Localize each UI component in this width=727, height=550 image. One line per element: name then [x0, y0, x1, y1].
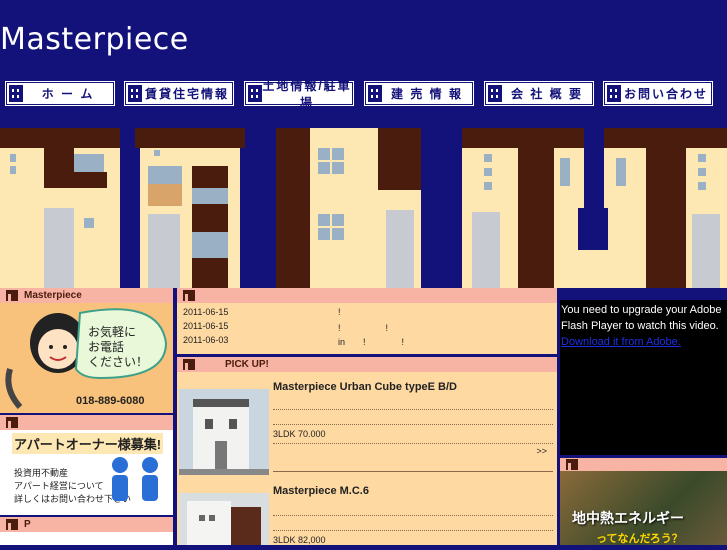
- phone-number: 018-889-6080: [76, 395, 145, 407]
- sidebar-contact: Masterpiece お気軽に お電話 ください！ 018-889-6080: [0, 288, 173, 413]
- news-text: ! !: [338, 323, 389, 333]
- banner-line2: ってなんだろう？: [596, 533, 683, 545]
- house-icon: [566, 459, 578, 470]
- banner-header: [560, 458, 727, 471]
- nav-button-0[interactable]: ホ ー ム: [6, 82, 114, 105]
- building-icon: [607, 85, 621, 102]
- news-date: 2011-06-15: [183, 321, 229, 331]
- building-icon: [488, 85, 502, 102]
- phone-banner[interactable]: お気軽に お電話 ください！ 018-889-6080: [0, 303, 173, 413]
- site-logo[interactable]: Masterpiece: [0, 22, 189, 57]
- news-date: 2011-06-15: [183, 307, 229, 317]
- flash-placeholder: You need to upgrade your Adobe Flash Pla…: [560, 300, 727, 455]
- owner-recruit-banner[interactable]: アパートオーナー様募集! 投資用不動産 アパート経営について 詳しくはお問い合わせ下…: [0, 415, 173, 515]
- pickup-item-info: 3LDK 70.000: [273, 425, 553, 444]
- nav-label: 土地情報/駐車場: [262, 78, 352, 110]
- nav-label: 建 売 情 報: [390, 87, 463, 101]
- nav-label: お問い合わせ: [623, 87, 708, 101]
- p-header: P: [0, 517, 173, 532]
- pickup-divider: [273, 471, 553, 472]
- hero-banner: [0, 128, 727, 288]
- pickup-panel: PICK UP! Masterpiece Urban Cube typeE B/…: [177, 357, 557, 545]
- news-text: in ! !: [338, 337, 405, 347]
- building-icon: [9, 85, 23, 102]
- pickup-item-info: 3LDK 82,000: [273, 535, 326, 545]
- house-photo: [179, 389, 269, 475]
- house-icon: [6, 417, 18, 428]
- news-item[interactable]: 2011-06-03 in ! !: [183, 335, 557, 349]
- sidebar-p-section: P: [0, 517, 173, 545]
- phone-bubble-text: お気軽に お電話 ください！: [88, 325, 149, 369]
- pickup-item-1[interactable]: Masterpiece Urban Cube typeE B/D 3LDK 70…: [273, 381, 553, 460]
- nav-button-2[interactable]: 土地情報/駐車場: [245, 79, 353, 110]
- nav-label: 会 社 概 要: [510, 87, 583, 101]
- pickup-photo-2[interactable]: [179, 493, 269, 545]
- news-header: [177, 288, 557, 303]
- house-photo: [179, 493, 269, 545]
- pickup-header: PICK UP!: [177, 357, 557, 372]
- nav-label: 賃貸住宅情報: [144, 87, 229, 101]
- building-icon: [368, 85, 382, 102]
- news-date: 2011-06-03: [183, 335, 229, 345]
- house-icon: [183, 359, 195, 370]
- house-icon: [6, 290, 18, 301]
- house-icon: [183, 290, 195, 301]
- geothermal-banner[interactable]: 地中熱エネルギー ってなんだろう？: [560, 458, 727, 545]
- pickup-item-2[interactable]: Masterpiece M.C.6 3LDK 82,000: [273, 485, 553, 549]
- house-icon: [6, 519, 18, 530]
- houses-illustration: [0, 128, 727, 288]
- pickup-photo-1[interactable]: [179, 389, 269, 475]
- news-item[interactable]: 2011-06-15 ! !: [183, 321, 557, 335]
- people-icon: [112, 457, 158, 501]
- news-panel: 2011-06-15! 2011-06-15! ! 2011-06-03 in ! !: [177, 288, 557, 354]
- sidebar-header: Masterpiece: [0, 288, 173, 303]
- building-icon: [128, 85, 142, 102]
- nav-button-1[interactable]: 賃貸住宅情報: [125, 82, 233, 105]
- nav-button-5[interactable]: お問い合わせ: [604, 82, 712, 105]
- news-item[interactable]: 2011-06-15!: [183, 307, 557, 321]
- nav-button-4[interactable]: 会 社 概 要: [485, 82, 593, 105]
- more-link[interactable]: >>: [273, 444, 553, 460]
- banner-line1: 地中熱エネルギー: [572, 510, 684, 526]
- nav-button-3[interactable]: 建 売 情 報: [365, 82, 473, 105]
- building-icon: [248, 85, 262, 102]
- flash-download-link[interactable]: Download it from Adobe.: [561, 336, 681, 348]
- flash-message: You need to upgrade your Adobe Flash Pla…: [561, 304, 722, 332]
- news-text: !: [338, 307, 341, 317]
- nav-label: ホ ー ム: [41, 87, 95, 101]
- news-list: 2011-06-15! 2011-06-15! ! 2011-06-03 in ! !: [177, 303, 557, 349]
- owner-header: [0, 415, 173, 430]
- owner-title: アパートオーナー様募集!: [12, 433, 164, 454]
